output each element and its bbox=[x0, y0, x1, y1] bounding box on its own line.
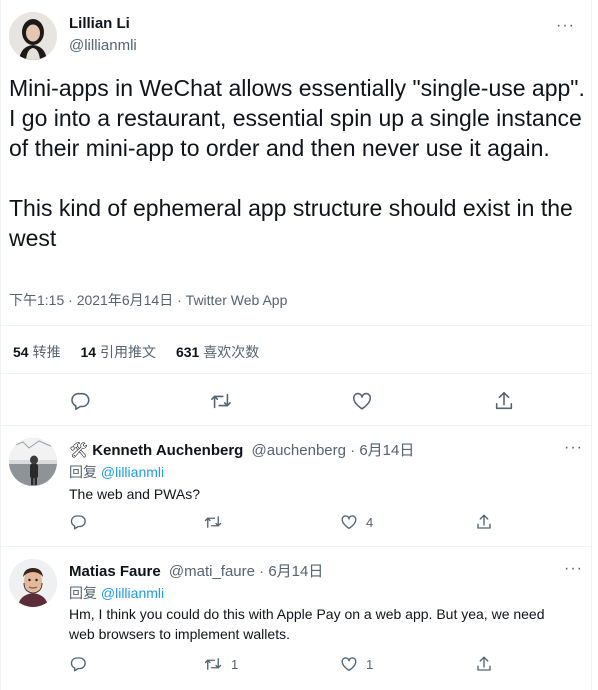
reply-author-handle[interactable]: @auchenberg bbox=[252, 442, 346, 459]
reply-actions: 1 1 bbox=[1, 655, 593, 675]
reply-text: The web and PWAs? bbox=[69, 486, 200, 502]
reply-button[interactable] bbox=[69, 390, 91, 412]
divider bbox=[1, 325, 593, 326]
replying-to: 回复 @lillianmli bbox=[69, 462, 164, 482]
retweets-label: 转推 bbox=[32, 344, 61, 360]
author-name[interactable]: Lillian Li bbox=[69, 15, 130, 32]
like-icon bbox=[341, 657, 357, 672]
likes-count: 631 bbox=[175, 344, 200, 360]
likes-label: 喜欢次数 bbox=[203, 344, 260, 360]
like-count: 4 bbox=[366, 514, 374, 530]
hammer-and-wrench-icon: 🛠 bbox=[69, 442, 89, 459]
more-icon[interactable]: ··· bbox=[564, 560, 583, 578]
retweet-button[interactable]: 1 bbox=[203, 655, 238, 673]
reply-actions: 4 bbox=[1, 513, 593, 533]
share-icon bbox=[477, 514, 491, 529]
tweet-time[interactable]: 下午1:15 bbox=[9, 292, 64, 308]
retweet-button[interactable] bbox=[203, 513, 231, 531]
share-icon bbox=[495, 391, 513, 410]
like-icon bbox=[352, 392, 372, 410]
reply-text: Hm, I think you could do this with Apple… bbox=[69, 606, 545, 642]
more-icon[interactable]: ··· bbox=[564, 439, 583, 457]
reply-icon bbox=[70, 657, 86, 672]
share-button[interactable] bbox=[475, 655, 493, 673]
meta-separator: · bbox=[68, 292, 73, 308]
meta-separator: · bbox=[259, 563, 265, 580]
reply-header: 🛠 Kenneth Auchenberg @auchenberg · 6月14日 bbox=[69, 439, 414, 460]
reply-button[interactable] bbox=[69, 513, 95, 531]
reply-date[interactable]: 6月14日 bbox=[268, 563, 323, 580]
retweet-icon bbox=[211, 393, 231, 409]
retweet-icon bbox=[204, 516, 222, 528]
retweet-icon bbox=[204, 658, 222, 670]
replying-to-prefix: 回复 bbox=[69, 464, 97, 480]
quotes-stat[interactable]: 14 引用推文 bbox=[80, 344, 156, 360]
share-button[interactable] bbox=[493, 390, 515, 412]
divider bbox=[1, 373, 593, 374]
retweets-count: 54 bbox=[13, 344, 29, 360]
replying-to-prefix: 回复 bbox=[69, 585, 97, 601]
author-handle[interactable]: @lillianmli bbox=[69, 37, 137, 54]
like-button[interactable]: 1 bbox=[340, 655, 373, 673]
quotes-count: 14 bbox=[80, 344, 97, 360]
mention-link[interactable]: @lillianmli bbox=[101, 464, 164, 480]
meta-separator: · bbox=[177, 292, 182, 308]
tweet-text: Mini-apps in WeChat allows essentially "… bbox=[9, 75, 585, 251]
author-avatar[interactable] bbox=[9, 12, 57, 60]
reply-header: Matias Faure @mati_faure · 6月14日 bbox=[69, 560, 323, 581]
retweets-stat[interactable]: 54 转推 bbox=[13, 344, 61, 360]
tweet-header: Lillian Li @lillianmli ··· bbox=[9, 12, 585, 62]
more-icon[interactable]: ··· bbox=[556, 17, 575, 35]
retweet-button[interactable] bbox=[209, 390, 233, 412]
like-button[interactable] bbox=[351, 390, 373, 412]
tweet-date[interactable]: 2021年6月14日 bbox=[77, 292, 174, 308]
reply-avatar[interactable] bbox=[9, 438, 57, 486]
reply-icon bbox=[71, 392, 90, 411]
like-icon bbox=[341, 515, 357, 530]
share-button[interactable] bbox=[475, 513, 493, 531]
mention-link[interactable]: @lillianmli bbox=[101, 585, 164, 601]
tweet-stats: 54 转推 14 引用推文 631 喜欢次数 bbox=[13, 342, 275, 362]
reply-icon bbox=[70, 515, 86, 530]
share-icon bbox=[477, 656, 491, 671]
likes-stat[interactable]: 631 喜欢次数 bbox=[176, 344, 259, 360]
retweet-count: 1 bbox=[231, 656, 239, 672]
reply-item[interactable]: Matias Faure @mati_faure · 6月14日 ··· 回复 … bbox=[1, 547, 593, 690]
timeline-column: Lillian Li @lillianmli ··· Mini-apps in … bbox=[0, 0, 593, 690]
tweet-source[interactable]: Twitter Web App bbox=[186, 292, 288, 308]
reply-avatar[interactable] bbox=[9, 559, 57, 607]
like-count: 1 bbox=[366, 656, 374, 672]
replying-to: 回复 @lillianmli bbox=[69, 583, 164, 603]
reply-button[interactable] bbox=[69, 655, 95, 673]
reply-author-handle[interactable]: @mati_faure bbox=[169, 563, 255, 580]
reply-author-name[interactable]: Kenneth Auchenberg bbox=[92, 442, 243, 459]
quotes-label: 引用推文 bbox=[100, 344, 157, 360]
tweet-actions bbox=[1, 386, 593, 416]
meta-separator: · bbox=[350, 442, 356, 459]
reply-item[interactable]: 🛠 Kenneth Auchenberg @auchenberg · 6月14日… bbox=[1, 426, 593, 546]
tweet-meta: 下午1:15 · 2021年6月14日 · Twitter Web App bbox=[9, 290, 287, 310]
reply-date[interactable]: 6月14日 bbox=[359, 442, 414, 459]
like-button[interactable]: 4 bbox=[340, 513, 373, 531]
reply-author-name[interactable]: Matias Faure bbox=[69, 563, 161, 580]
